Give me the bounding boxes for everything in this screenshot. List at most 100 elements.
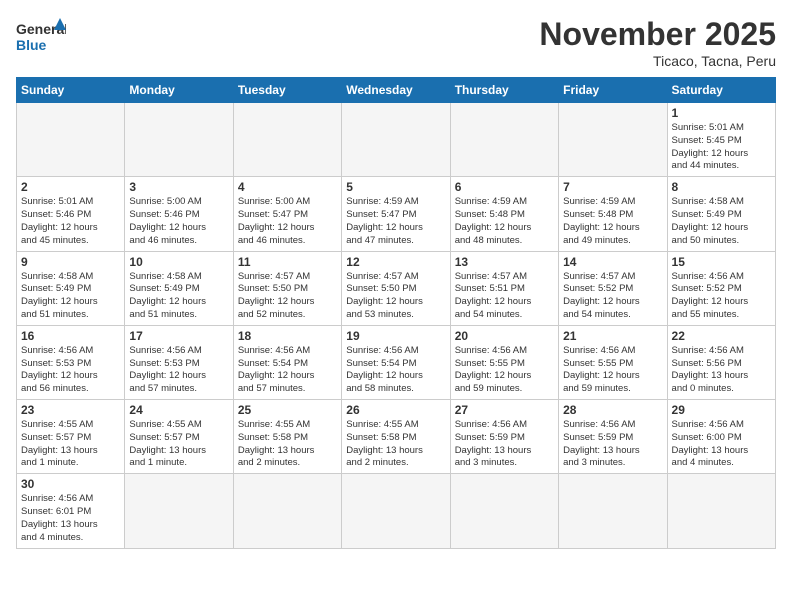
calendar-cell: 30Sunrise: 4:56 AM Sunset: 6:01 PM Dayli… [17, 474, 125, 548]
day-info: Sunrise: 4:58 AM Sunset: 5:49 PM Dayligh… [129, 271, 228, 322]
day-info: Sunrise: 4:55 AM Sunset: 5:58 PM Dayligh… [346, 419, 445, 470]
calendar-cell: 28 Sunrise: 4:56 AM Sunset: 5:59 PM Dayli… [559, 400, 667, 474]
day-number: 25 [238, 403, 337, 417]
day-number: 22 [672, 329, 771, 343]
calendar-cell [559, 474, 667, 548]
day-info: Sunrise: 4:56 AM Sunset: 5:54 PM Dayligh… [238, 345, 337, 396]
calendar-cell [450, 103, 558, 177]
day-info: Sunrise: 4:55 AM Sunset: 5:58 PM Dayligh… [238, 419, 337, 470]
day-number: 12 [346, 255, 445, 269]
day-info: Sunrise: 4:55 AM Sunset: 5:57 PM Dayligh… [21, 419, 120, 470]
month-title: November 2025 [539, 16, 776, 53]
calendar-cell: 23 Sunrise: 4:55 AM Sunset: 5:57 PM Dayli… [17, 400, 125, 474]
calendar-cell: 17 Sunrise: 4:56 AM Sunset: 5:53 PM Dayli… [125, 325, 233, 399]
calendar-cell: 15 Sunrise: 4:56 AM Sunset: 5:52 PM Dayli… [667, 251, 775, 325]
day-number: 16 [21, 329, 120, 343]
day-number: 10 [129, 255, 228, 269]
svg-text:Blue: Blue [16, 37, 47, 53]
calendar-cell: 5 Sunrise: 4:59 AM Sunset: 5:47 PM Daylig… [342, 177, 450, 251]
day-number: 11 [238, 255, 337, 269]
calendar-cell: 25 Sunrise: 4:55 AM Sunset: 5:58 PM Dayli… [233, 400, 341, 474]
week-row-4: 23 Sunrise: 4:55 AM Sunset: 5:57 PM Dayli… [17, 400, 776, 474]
day-number: 19 [346, 329, 445, 343]
calendar-cell: 20Sunrise: 4:56 AM Sunset: 5:55 PM Dayli… [450, 325, 558, 399]
day-info: Sunrise: 4:56 AM Sunset: 5:59 PM Dayligh… [455, 419, 554, 470]
calendar-cell [667, 474, 775, 548]
day-number: 13 [455, 255, 554, 269]
calendar-cell [17, 103, 125, 177]
day-info: Sunrise: 5:00 AM Sunset: 5:46 PM Dayligh… [129, 196, 228, 247]
page-header: General Blue November 2025 Ticaco, Tacna… [16, 16, 776, 69]
calendar-cell: 12 Sunrise: 4:57 AM Sunset: 5:50 PM Dayli… [342, 251, 450, 325]
day-info: Sunrise: 4:59 AM Sunset: 5:48 PM Dayligh… [563, 196, 662, 247]
calendar-cell: 13 Sunrise: 4:57 AM Sunset: 5:51 PM Dayli… [450, 251, 558, 325]
day-info: Sunrise: 4:56 AM Sunset: 5:59 PM Dayligh… [563, 419, 662, 470]
weekday-sunday: Sunday [17, 78, 125, 103]
calendar-cell [233, 474, 341, 548]
day-info: Sunrise: 4:57 AM Sunset: 5:50 PM Dayligh… [346, 271, 445, 322]
week-row-0: 1Sunrise: 5:01 AM Sunset: 5:45 PM Daylig… [17, 103, 776, 177]
calendar-cell [233, 103, 341, 177]
calendar-cell [559, 103, 667, 177]
day-info: Sunrise: 4:56 AM Sunset: 5:55 PM Dayligh… [455, 345, 554, 396]
day-info: Sunrise: 4:55 AM Sunset: 5:57 PM Dayligh… [129, 419, 228, 470]
day-info: Sunrise: 4:56 AM Sunset: 5:56 PM Dayligh… [672, 345, 771, 396]
calendar-cell: 3Sunrise: 5:00 AM Sunset: 5:46 PM Daylig… [125, 177, 233, 251]
calendar-cell: 18 Sunrise: 4:56 AM Sunset: 5:54 PM Dayli… [233, 325, 341, 399]
logo-svg: General Blue [16, 16, 66, 60]
day-number: 21 [563, 329, 662, 343]
week-row-3: 16 Sunrise: 4:56 AM Sunset: 5:53 PM Dayli… [17, 325, 776, 399]
day-info: Sunrise: 4:56 AM Sunset: 5:53 PM Dayligh… [129, 345, 228, 396]
day-number: 4 [238, 180, 337, 194]
day-info: Sunrise: 4:59 AM Sunset: 5:47 PM Dayligh… [346, 196, 445, 247]
day-number: 18 [238, 329, 337, 343]
week-row-1: 2Sunrise: 5:01 AM Sunset: 5:46 PM Daylig… [17, 177, 776, 251]
day-number: 9 [21, 255, 120, 269]
weekday-header-row: SundayMondayTuesdayWednesdayThursdayFrid… [17, 78, 776, 103]
calendar-cell: 22 Sunrise: 4:56 AM Sunset: 5:56 PM Dayli… [667, 325, 775, 399]
day-info: Sunrise: 5:00 AM Sunset: 5:47 PM Dayligh… [238, 196, 337, 247]
day-info: Sunrise: 4:57 AM Sunset: 5:50 PM Dayligh… [238, 271, 337, 322]
day-info: Sunrise: 4:57 AM Sunset: 5:52 PM Dayligh… [563, 271, 662, 322]
day-number: 2 [21, 180, 120, 194]
calendar-cell: 10 Sunrise: 4:58 AM Sunset: 5:49 PM Dayli… [125, 251, 233, 325]
day-number: 6 [455, 180, 554, 194]
weekday-saturday: Saturday [667, 78, 775, 103]
calendar-cell: 11 Sunrise: 4:57 AM Sunset: 5:50 PM Dayli… [233, 251, 341, 325]
calendar-cell: 27 Sunrise: 4:56 AM Sunset: 5:59 PM Dayli… [450, 400, 558, 474]
day-number: 23 [21, 403, 120, 417]
day-info: Sunrise: 4:56 AM Sunset: 6:00 PM Dayligh… [672, 419, 771, 470]
week-row-2: 9 Sunrise: 4:58 AM Sunset: 5:49 PM Daylig… [17, 251, 776, 325]
calendar-cell [125, 474, 233, 548]
calendar-cell: 2Sunrise: 5:01 AM Sunset: 5:46 PM Daylig… [17, 177, 125, 251]
week-row-5: 30Sunrise: 4:56 AM Sunset: 6:01 PM Dayli… [17, 474, 776, 548]
weekday-tuesday: Tuesday [233, 78, 341, 103]
day-info: Sunrise: 5:01 AM Sunset: 5:45 PM Dayligh… [672, 122, 771, 173]
calendar-cell: 19 Sunrise: 4:56 AM Sunset: 5:54 PM Dayli… [342, 325, 450, 399]
day-number: 28 [563, 403, 662, 417]
calendar-cell: 24Sunrise: 4:55 AM Sunset: 5:57 PM Dayli… [125, 400, 233, 474]
day-number: 15 [672, 255, 771, 269]
day-number: 8 [672, 180, 771, 194]
calendar-cell [125, 103, 233, 177]
day-info: Sunrise: 4:56 AM Sunset: 5:54 PM Dayligh… [346, 345, 445, 396]
day-number: 5 [346, 180, 445, 194]
calendar-cell: 1Sunrise: 5:01 AM Sunset: 5:45 PM Daylig… [667, 103, 775, 177]
day-info: Sunrise: 4:58 AM Sunset: 5:49 PM Dayligh… [672, 196, 771, 247]
day-number: 27 [455, 403, 554, 417]
day-info: Sunrise: 4:58 AM Sunset: 5:49 PM Dayligh… [21, 271, 120, 322]
calendar-cell: 16 Sunrise: 4:56 AM Sunset: 5:53 PM Dayli… [17, 325, 125, 399]
day-number: 17 [129, 329, 228, 343]
day-number: 14 [563, 255, 662, 269]
weekday-wednesday: Wednesday [342, 78, 450, 103]
title-block: November 2025 Ticaco, Tacna, Peru [539, 16, 776, 69]
day-info: Sunrise: 4:56 AM Sunset: 5:55 PM Dayligh… [563, 345, 662, 396]
day-info: Sunrise: 4:57 AM Sunset: 5:51 PM Dayligh… [455, 271, 554, 322]
calendar-cell: 9 Sunrise: 4:58 AM Sunset: 5:49 PM Daylig… [17, 251, 125, 325]
weekday-friday: Friday [559, 78, 667, 103]
calendar-cell: 8 Sunrise: 4:58 AM Sunset: 5:49 PM Daylig… [667, 177, 775, 251]
calendar-cell [450, 474, 558, 548]
day-info: Sunrise: 4:56 AM Sunset: 5:53 PM Dayligh… [21, 345, 120, 396]
calendar-cell [342, 103, 450, 177]
day-info: Sunrise: 4:56 AM Sunset: 5:52 PM Dayligh… [672, 271, 771, 322]
